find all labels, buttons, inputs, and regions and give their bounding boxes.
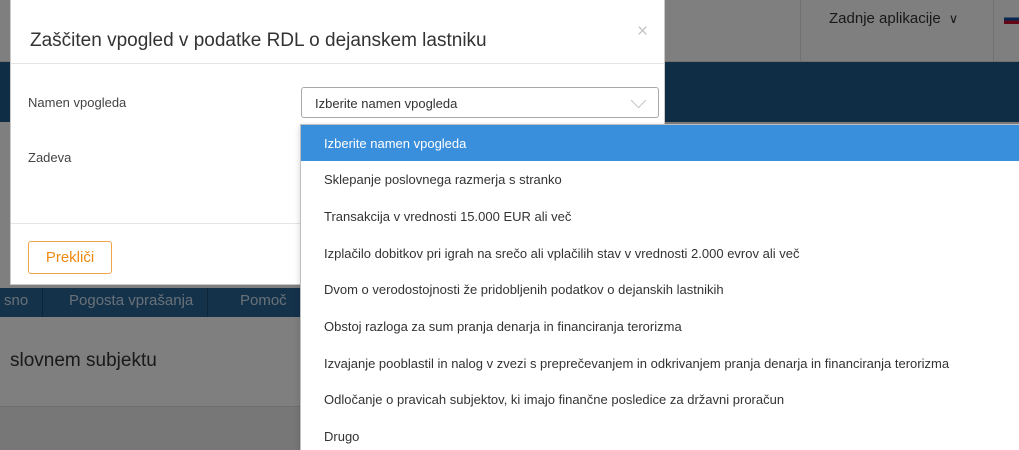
purpose-label: Namen vpogleda (28, 95, 127, 110)
dropdown-option[interactable]: Izplačilo dobitkov pri igrah na srečo al… (301, 235, 1019, 271)
dropdown-option[interactable]: Izberite namen vpogleda (301, 125, 1019, 161)
dropdown-option[interactable]: Odločanje o pravicah subjektov, ki imajo… (301, 381, 1019, 417)
purpose-dropdown-list: Izberite namen vpogleda Sklepanje poslov… (300, 124, 1019, 450)
modal-title: Zaščiten vpogled v podatke RDL o dejansk… (30, 30, 487, 51)
purpose-select-value: Izberite namen vpogleda (315, 96, 458, 111)
dropdown-option[interactable]: Dvom o verodostojnosti že pridobljenih p… (301, 271, 1019, 307)
purpose-select[interactable]: Izberite namen vpogleda (301, 87, 659, 118)
close-icon[interactable]: × (637, 22, 648, 41)
cancel-button[interactable]: Prekliči (28, 241, 112, 274)
dropdown-option[interactable]: Izvajanje pooblastil in nalog v zvezi s … (301, 345, 1019, 381)
modal-header: Zaščiten vpogled v podatke RDL o dejansk… (11, 0, 664, 64)
case-label: Zadeva (28, 150, 72, 165)
chevron-down-icon (630, 92, 647, 109)
dropdown-option[interactable]: Obstoj razloga za sum pranja denarja in … (301, 308, 1019, 344)
dropdown-option[interactable]: Transakcija v vrednosti 15.000 EUR ali v… (301, 198, 1019, 234)
dropdown-option[interactable]: Sklepanje poslovnega razmerja s stranko (301, 161, 1019, 197)
dropdown-option[interactable]: Drugo (301, 418, 1019, 450)
